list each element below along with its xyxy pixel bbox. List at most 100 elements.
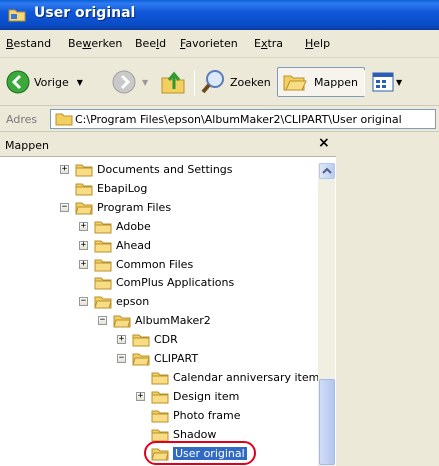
tree-node[interactable]: + Common Files [0,256,318,274]
menu-label: Favorieten [180,37,238,50]
tree-node[interactable]: + Design item [0,388,318,406]
tree-node[interactable]: + CDR [0,331,318,349]
close-icon[interactable]: × [318,135,330,151]
menu-label: Bestand [6,37,52,50]
folder-icon [55,113,73,126]
menu-item-extra[interactable]: Extra [254,37,283,50]
folder-icon [94,295,112,309]
folder-icon [75,201,93,215]
expand-icon[interactable]: + [136,391,145,401]
folder-icon [94,220,112,234]
scroll-thumb[interactable] [319,379,335,465]
folder-icon [151,428,169,442]
collapse-icon[interactable]: − [79,297,88,307]
expand-icon[interactable]: + [117,335,126,345]
folder-icon [94,258,112,272]
selection-highlight-ring [144,440,256,465]
folder-icon [132,352,150,366]
collapse-icon[interactable]: − [117,354,126,363]
expand-icon[interactable]: + [79,221,88,231]
tree-node-label: AlbumMaker2 [135,314,211,328]
tree-node[interactable]: − Program Files [0,199,318,217]
folders-pane-title: Mappen [5,139,49,152]
menu-label: Help [305,37,331,50]
tree-node-label: Adobe [116,219,151,233]
menu-bar: Bestand Bewerken Beeld Favorieten Extra … [0,30,439,58]
folders-pane-header: Mappen × [0,134,439,156]
tree-node-label: epson [116,295,150,309]
tree-node-label: Program Files [97,200,172,214]
menu-item-bewerken[interactable]: Bewerken [68,37,122,50]
view-button[interactable]: ▼ [372,67,402,97]
folder-tree: + Documents and Settings EbapiLog − Program … [0,156,336,466]
back-button[interactable]: Vorige ▼ [6,67,83,97]
tree-node[interactable]: EbapiLog [0,180,318,198]
expand-icon[interactable]: + [79,240,88,250]
folder-icon [113,314,131,328]
menu-label: Extra [254,37,284,50]
up-folder-button[interactable] [160,67,186,97]
tree-node-label: EbapiLog [97,181,148,195]
window-title: User original [34,5,136,21]
tree-node-label: Ahead [116,238,151,252]
folder-icon [75,163,93,177]
search-icon [201,70,224,94]
collapse-icon[interactable]: − [98,316,107,326]
tree-node[interactable]: Photo frame [0,407,318,425]
menu-label: Bewerken [68,37,123,50]
folder-icon [151,371,169,385]
search-button[interactable]: Zoeken [200,67,271,97]
folders-label: Mappen [314,75,358,89]
address-value: C:\Program Files\epson\AlbumMaker2\CLIPA… [75,113,402,126]
tree-node[interactable]: − AlbumMaker2 [0,312,318,330]
tree-node[interactable]: + Ahead [0,237,318,255]
scroll-up-button[interactable] [319,163,335,179]
folder-explorer-icon [8,9,26,22]
toolbar: Vorige ▼ ▼ Zoeken Mappen ▼ [0,58,439,106]
folder-icon [94,239,112,253]
folder-icon [132,333,150,347]
tree-node[interactable]: ComPlus Applications [0,274,318,292]
tree-node-label: Photo frame [173,408,241,422]
collapse-icon[interactable]: − [60,202,69,212]
folders-icon [283,75,307,91]
folder-icon [75,182,93,196]
forward-button[interactable]: ▼ [112,67,148,97]
folder-icon [94,276,112,290]
address-label: Adres [6,113,38,126]
back-arrow-icon [6,70,30,94]
up-folder-icon [161,71,185,94]
tree-node[interactable]: − CLIPART [0,350,318,368]
tree-node-label: CLIPART [154,352,199,365]
tree-node-label: Shadow [173,427,217,441]
dropdown-arrow-icon[interactable]: ▼ [142,78,148,87]
back-label: Vorige [34,75,69,89]
tree-node[interactable]: − epson [0,293,318,311]
tree-node-label: CDR [154,333,178,347]
tree-node[interactable]: Calendar anniversary item [0,369,320,387]
tree-node-label: ComPlus Applications [116,276,235,290]
folders-button[interactable]: Mappen [277,67,365,97]
folder-icon [151,409,169,423]
address-input[interactable]: C:\Program Files\epson\AlbumMaker2\CLIPA… [50,109,436,129]
view-icon [372,72,394,92]
tree-node-label: Common Files [116,257,194,271]
menu-item-favorieten[interactable]: Favorieten [180,37,238,50]
expand-icon[interactable]: + [79,259,88,269]
menu-item-help[interactable]: Help [305,37,330,50]
tree-node[interactable]: + Adobe [0,218,318,236]
menu-item-bestand[interactable]: Bestand [6,37,51,50]
dropdown-arrow-icon[interactable]: ▼ [77,78,83,87]
dropdown-arrow-icon[interactable]: ▼ [396,78,402,87]
vertical-scrollbar[interactable] [318,163,335,466]
tree-node-label: Documents and Settings [97,163,233,176]
tree-node-label: Calendar anniversary item [173,370,320,384]
menu-label: Beeld [135,37,167,50]
address-bar: Adres C:\Program Files\epson\AlbumMaker2… [0,106,439,132]
search-label: Zoeken [230,75,271,89]
chevron-up-icon [322,167,332,174]
title-bar[interactable]: User original [0,0,439,30]
expand-icon[interactable]: + [60,165,69,174]
menu-item-beeld[interactable]: Beeld [135,37,166,50]
tree-node[interactable]: + Documents and Settings [0,161,318,179]
